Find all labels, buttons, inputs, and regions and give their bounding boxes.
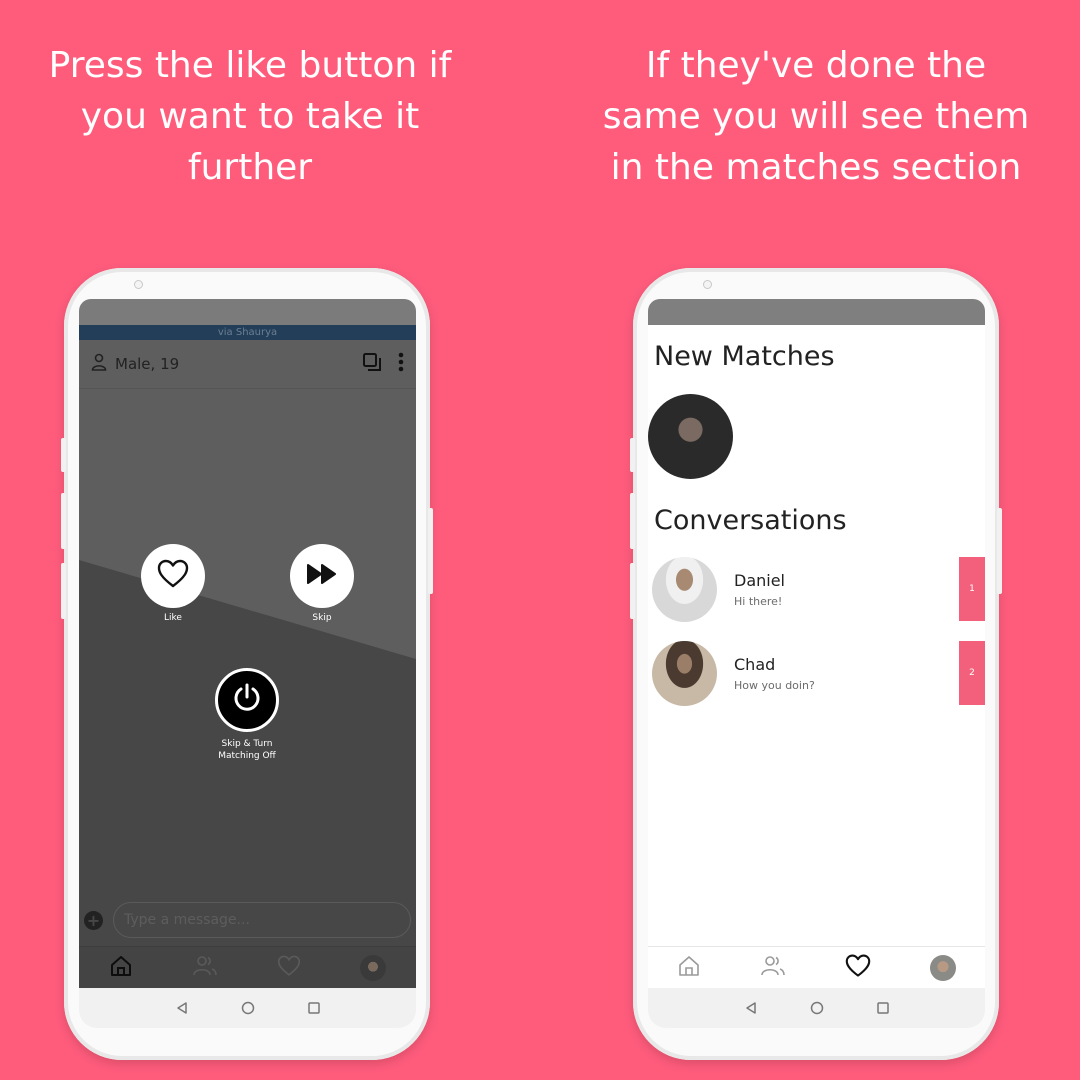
power-icon bbox=[231, 682, 263, 718]
like-button[interactable] bbox=[141, 544, 205, 608]
conversation-name: Daniel bbox=[734, 571, 785, 590]
status-bar bbox=[79, 299, 416, 325]
more-options-icon[interactable] bbox=[398, 352, 404, 376]
label-line: Matching Off bbox=[218, 751, 276, 761]
conversation-name: Chad bbox=[734, 655, 776, 674]
conversation-preview: How you doin? bbox=[734, 679, 815, 692]
conversation-avatar bbox=[652, 557, 717, 622]
conversation-preview: Hi there! bbox=[734, 595, 783, 608]
volume-button bbox=[61, 493, 66, 549]
bottom-tab-bar bbox=[79, 946, 416, 988]
fast-forward-icon bbox=[306, 563, 338, 589]
unread-badge: 1 bbox=[959, 557, 985, 621]
friends-icon[interactable] bbox=[760, 954, 786, 982]
conversation-avatar bbox=[652, 641, 717, 706]
caption-left: Press the like button if you want to tak… bbox=[48, 45, 452, 188]
home-circle-icon[interactable] bbox=[241, 1001, 255, 1015]
skip-turn-off-label: Skip & Turn Matching Off bbox=[202, 738, 292, 762]
phone-left: via Shaurya Male, 19 Like Skip Skip & Tu… bbox=[61, 268, 433, 1060]
volume-button bbox=[630, 493, 635, 549]
copy-icon[interactable] bbox=[362, 352, 382, 376]
conversations-title: Conversations bbox=[654, 505, 847, 536]
new-matches-title: New Matches bbox=[654, 341, 835, 372]
heart-icon bbox=[157, 559, 189, 593]
power-side-button bbox=[997, 508, 1002, 594]
skip-label: Skip bbox=[312, 613, 332, 623]
volume-button bbox=[61, 438, 66, 472]
background-split bbox=[79, 340, 416, 659]
volume-button bbox=[630, 563, 635, 619]
matches-heart-icon[interactable] bbox=[277, 955, 301, 981]
back-icon[interactable] bbox=[175, 1001, 189, 1015]
new-match-avatar[interactable] bbox=[648, 394, 733, 479]
home-circle-icon[interactable] bbox=[810, 1001, 824, 1015]
match-header: Male, 19 bbox=[79, 340, 416, 389]
volume-button bbox=[630, 438, 635, 472]
friends-icon[interactable] bbox=[192, 954, 218, 982]
label-line: Skip & Turn bbox=[221, 739, 273, 749]
bottom-tab-bar bbox=[648, 946, 985, 988]
back-icon[interactable] bbox=[744, 1001, 758, 1015]
matches-heart-icon[interactable] bbox=[845, 954, 871, 982]
home-icon[interactable] bbox=[677, 954, 701, 982]
user-icon bbox=[91, 353, 107, 375]
system-nav-bar bbox=[648, 988, 985, 1028]
message-input[interactable]: Type a message... bbox=[113, 902, 411, 938]
recents-icon[interactable] bbox=[876, 1001, 890, 1015]
power-side-button bbox=[428, 508, 433, 594]
system-nav-bar bbox=[79, 988, 416, 1028]
status-bar bbox=[648, 299, 985, 325]
home-icon[interactable] bbox=[109, 954, 133, 982]
partner-profile: Male, 19 bbox=[115, 355, 180, 373]
caption-right: If they've done the same you will see th… bbox=[602, 45, 1030, 188]
screen-matches: New Matches Conversations Daniel Hi ther… bbox=[648, 299, 985, 1028]
profile-avatar[interactable] bbox=[929, 954, 956, 981]
skip-button[interactable] bbox=[290, 544, 354, 608]
profile-avatar[interactable] bbox=[360, 954, 387, 981]
skip-turn-off-button[interactable] bbox=[215, 668, 279, 732]
message-bar: + Type a message... bbox=[79, 900, 416, 940]
add-icon[interactable]: + bbox=[84, 910, 103, 930]
phone-right: New Matches Conversations Daniel Hi ther… bbox=[630, 268, 1002, 1060]
match-area: Male, 19 Like Skip Skip & Turn Matching … bbox=[79, 340, 416, 988]
volume-button bbox=[61, 563, 66, 619]
via-banner: via Shaurya bbox=[79, 325, 416, 340]
camera-icon bbox=[703, 280, 712, 289]
like-label: Like bbox=[164, 613, 182, 623]
unread-badge: 2 bbox=[959, 641, 985, 705]
camera-icon bbox=[134, 280, 143, 289]
recents-icon[interactable] bbox=[307, 1001, 321, 1015]
conversation-item[interactable]: Chad How you doin? 2 bbox=[648, 641, 985, 707]
conversation-item[interactable]: Daniel Hi there! 1 bbox=[648, 557, 985, 623]
screen-match: via Shaurya Male, 19 Like Skip Skip & Tu… bbox=[79, 299, 416, 1028]
